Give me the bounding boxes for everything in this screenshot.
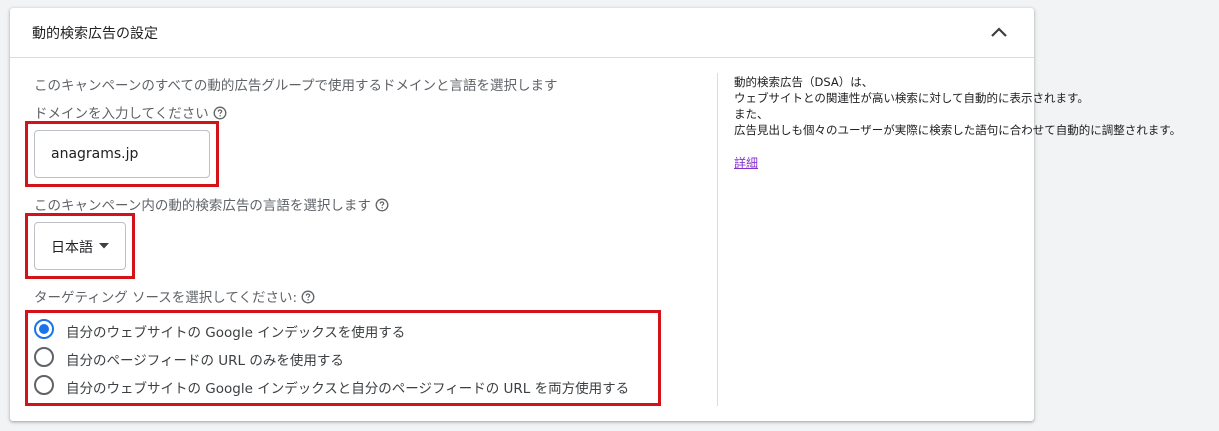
radio-label: 自分のページフィードの URL のみを使用する: [66, 353, 344, 369]
side-text-line: 広告見出しも個々のユーザーが実際に検索した語句に合わせて自動的に調整されます。: [734, 123, 1182, 137]
caret-down-icon: [99, 243, 109, 249]
radio-option-both[interactable]: 自分のウェブサイトの Google インデックスと自分のページフィードの URL…: [34, 374, 634, 398]
chevron-up-icon: [991, 27, 1007, 37]
vertical-divider: [717, 73, 718, 406]
radio-label: 自分のウェブサイトの Google インデックスと自分のページフィードの URL…: [66, 381, 630, 397]
card-header: 動的検索広告の設定: [10, 8, 1034, 58]
learn-more-link[interactable]: 詳細: [734, 154, 758, 171]
collapse-button[interactable]: [986, 20, 1012, 46]
radio-button[interactable]: [34, 347, 54, 367]
side-text-line: 動的検索広告（DSA）は、: [734, 75, 874, 89]
help-icon[interactable]: [301, 290, 315, 304]
domain-description: このキャンペーンのすべての動的広告グループで使用するドメインと言語を選択します: [34, 78, 558, 94]
domain-label-row: ドメインを入力してください: [34, 102, 227, 122]
dsa-settings-card: 動的検索広告の設定 このキャンペーンのすべての動的広告グループで使用するドメイン…: [10, 8, 1181, 421]
language-selected-value: 日本語: [51, 240, 93, 256]
targeting-label: ターゲティング ソースを選択してください:: [34, 290, 298, 306]
card-title: 動的検索広告の設定: [32, 26, 158, 42]
radio-button[interactable]: [34, 375, 54, 395]
help-icon[interactable]: [213, 106, 227, 120]
targeting-label-row: ターゲティング ソースを選択してください:: [34, 286, 315, 306]
side-text-line: ウェブサイトとの関連性が高い検索に対して自動的に表示されます。: [734, 91, 1089, 105]
radio-label: 自分のウェブサイトの Google インデックスを使用する: [66, 325, 406, 341]
radio-option-google-index[interactable]: 自分のウェブサイトの Google インデックスを使用する: [34, 318, 634, 342]
domain-label: ドメインを入力してください: [34, 106, 209, 122]
side-text-line: また、: [734, 107, 769, 121]
language-label-row: このキャンペーン内の動的検索広告の言語を選択します: [34, 194, 389, 214]
radio-button-checked[interactable]: [34, 319, 54, 339]
language-label: このキャンペーン内の動的検索広告の言語を選択します: [34, 198, 371, 214]
radio-option-page-feed[interactable]: 自分のページフィードの URL のみを使用する: [34, 346, 634, 370]
help-icon[interactable]: [375, 198, 389, 212]
domain-input[interactable]: [34, 130, 210, 178]
language-select[interactable]: 日本語: [34, 222, 126, 270]
